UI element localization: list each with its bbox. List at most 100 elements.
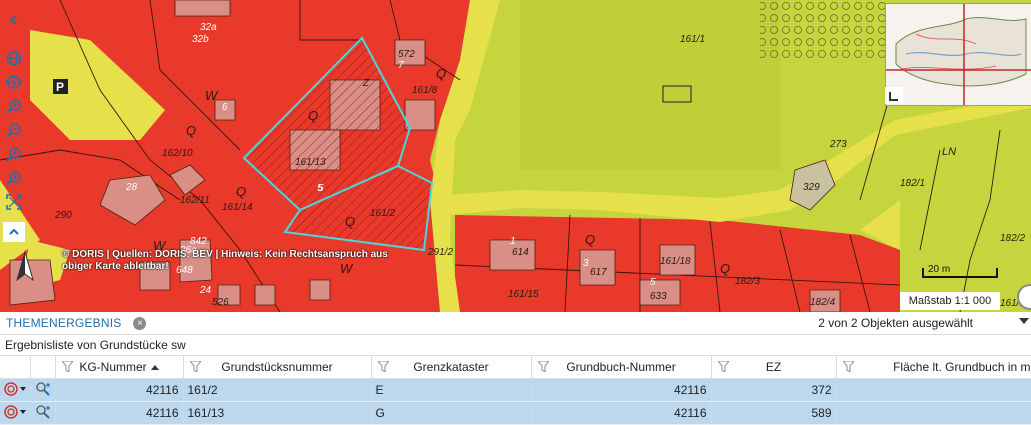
parcel-label: 614 bbox=[512, 247, 529, 258]
collapse-up-button[interactable] bbox=[3, 222, 25, 242]
zoom-out-icon bbox=[6, 123, 21, 138]
zoom-next-button[interactable] bbox=[3, 168, 25, 188]
filter-icon[interactable] bbox=[717, 361, 729, 372]
parcel-label: 182/3 bbox=[735, 276, 760, 287]
zoom-to-feature-icon[interactable] bbox=[35, 404, 51, 420]
parcel-label: 161/15 bbox=[508, 289, 539, 300]
globe-button[interactable] bbox=[3, 48, 25, 68]
parcel-label: 572 bbox=[398, 49, 415, 60]
parking-label: P bbox=[56, 80, 64, 94]
parcel-label: Q bbox=[720, 261, 730, 276]
parcel-label: 7 bbox=[398, 60, 404, 71]
parcel-label: 526 bbox=[212, 297, 229, 308]
filter-icon[interactable] bbox=[189, 361, 201, 372]
zoom-to-feature-icon[interactable] bbox=[35, 381, 51, 397]
header-action bbox=[30, 356, 56, 379]
cell-kg: 42116 bbox=[55, 378, 184, 402]
header-select bbox=[0, 356, 31, 379]
target-icon[interactable] bbox=[4, 404, 28, 419]
parcel-label: W bbox=[205, 88, 219, 103]
parcel-label: 1 bbox=[510, 236, 516, 247]
overview-toggle-button[interactable] bbox=[885, 87, 903, 104]
header-label: Grenzkataster bbox=[413, 360, 489, 374]
parcel-label: 5 bbox=[650, 277, 656, 288]
collapse-left-icon bbox=[9, 15, 17, 25]
cell-grenz: E bbox=[371, 378, 532, 402]
parcel-label: 162/11 bbox=[180, 195, 210, 206]
copyright-line-1: © DORIS | Quellen: DORIS, BEV | Hinweis:… bbox=[62, 249, 388, 260]
collapse-left-button[interactable] bbox=[3, 10, 25, 30]
parcel-label: LN bbox=[942, 146, 956, 158]
cell-gb: 42116 bbox=[531, 378, 712, 402]
map-toolbar bbox=[2, 15, 26, 242]
header-kg-nummer[interactable]: KG-Nummer bbox=[55, 356, 184, 379]
row-target-cell[interactable] bbox=[0, 378, 31, 402]
parcel-label: Q bbox=[236, 184, 246, 199]
row-action-cell[interactable] bbox=[30, 401, 56, 425]
fullscreen-button[interactable] bbox=[3, 192, 25, 212]
target-icon[interactable] bbox=[4, 381, 28, 396]
collapse-up-icon bbox=[9, 228, 19, 235]
close-tab-button[interactable]: × bbox=[133, 316, 147, 330]
close-icon: × bbox=[137, 317, 143, 329]
filter-icon[interactable] bbox=[537, 361, 549, 372]
filter-icon[interactable] bbox=[61, 361, 73, 372]
scale-bar-label: 20 m bbox=[928, 264, 951, 275]
row-target-cell[interactable] bbox=[0, 401, 31, 425]
table-row[interactable]: 42116 161/2 E 42116 372 bbox=[0, 378, 1031, 402]
header-label: Fläche lt. Grundbuch in m bbox=[893, 360, 1031, 374]
results-table: KG-Nummer Grundstücksnummer Grenzkataste… bbox=[0, 356, 1031, 425]
results-panel: THEMENERGEBNIS × 2 von 2 Objekten ausgew… bbox=[0, 312, 1031, 425]
overview-map[interactable] bbox=[885, 3, 1031, 106]
cell-ez: 372 bbox=[711, 378, 837, 402]
parcel-label: Z bbox=[362, 78, 370, 89]
zoom-prev-button[interactable] bbox=[3, 144, 25, 164]
chevron-down-icon[interactable] bbox=[1019, 318, 1029, 324]
header-grundbuch-nummer[interactable]: Grundbuch-Nummer bbox=[531, 356, 712, 379]
parcel-label: 182/4 bbox=[810, 297, 835, 308]
scale-text: Maßstab 1:1 000 bbox=[900, 292, 1000, 310]
results-subtitle: Ergebnisliste von Grundstücke sw bbox=[0, 335, 1031, 356]
zoom-in-button[interactable] bbox=[3, 96, 25, 116]
parcel-label: 3 bbox=[583, 258, 589, 269]
map-view[interactable]: P 161/1 273 LN 182/1 182/2 161/13 161/2 … bbox=[0, 0, 1031, 312]
globe-icon bbox=[6, 50, 22, 66]
fullscreen-icon bbox=[6, 194, 22, 210]
zoom-out-button[interactable] bbox=[3, 120, 25, 140]
parcel-label: 182/2 bbox=[1000, 233, 1025, 244]
cell-ez: 589 bbox=[711, 401, 837, 425]
parcel-label: 6 bbox=[222, 102, 228, 113]
parcel-label: 290 bbox=[54, 210, 72, 221]
parcel-label: 28 bbox=[125, 182, 138, 193]
header-label: Grundstücksnummer bbox=[221, 360, 333, 374]
selection-count: 2 von 2 Objekten ausgewählt bbox=[818, 316, 973, 330]
header-grenzkataster[interactable]: Grenzkataster bbox=[371, 356, 532, 379]
table-header-row: KG-Nummer Grundstücksnummer Grenzkataste… bbox=[0, 356, 1031, 379]
globe-arrows-button[interactable] bbox=[3, 72, 25, 92]
header-ez[interactable]: EZ bbox=[711, 356, 837, 379]
table-row[interactable]: 42116 161/13 G 42116 589 bbox=[0, 401, 1031, 425]
parcel-label: 161/1 bbox=[680, 34, 705, 45]
parcel-label: 633 bbox=[650, 291, 667, 302]
cell-flaeche bbox=[836, 378, 1031, 402]
header-grundstuecksnummer[interactable]: Grundstücksnummer bbox=[183, 356, 372, 379]
cell-kg: 42116 bbox=[55, 401, 184, 425]
cell-gst: 161/13 bbox=[183, 401, 372, 425]
parcel-label: 617 bbox=[590, 267, 607, 278]
row-action-cell[interactable] bbox=[30, 378, 56, 402]
zoom-in-icon bbox=[6, 99, 21, 114]
parcel-label: Q bbox=[308, 108, 318, 123]
header-flaeche[interactable]: Fläche lt. Grundbuch in m bbox=[836, 356, 1031, 379]
parcel-label: 24 bbox=[199, 285, 212, 296]
filter-icon[interactable] bbox=[377, 361, 389, 372]
filter-icon[interactable] bbox=[842, 361, 854, 372]
tab-themenergebnis[interactable]: THEMENERGEBNIS bbox=[0, 316, 121, 330]
globe-arrows-icon bbox=[5, 75, 23, 89]
parcel-label: 32b bbox=[192, 34, 209, 45]
copyright-line-2: obiger Karte ableitbar! bbox=[62, 261, 169, 272]
overview-map-graphic bbox=[886, 4, 1031, 105]
header-label: KG-Nummer bbox=[79, 360, 147, 374]
scale-bar: 20 m bbox=[920, 264, 998, 280]
header-label: Grundbuch-Nummer bbox=[566, 360, 676, 374]
parcel-label: 182/1 bbox=[900, 178, 925, 189]
